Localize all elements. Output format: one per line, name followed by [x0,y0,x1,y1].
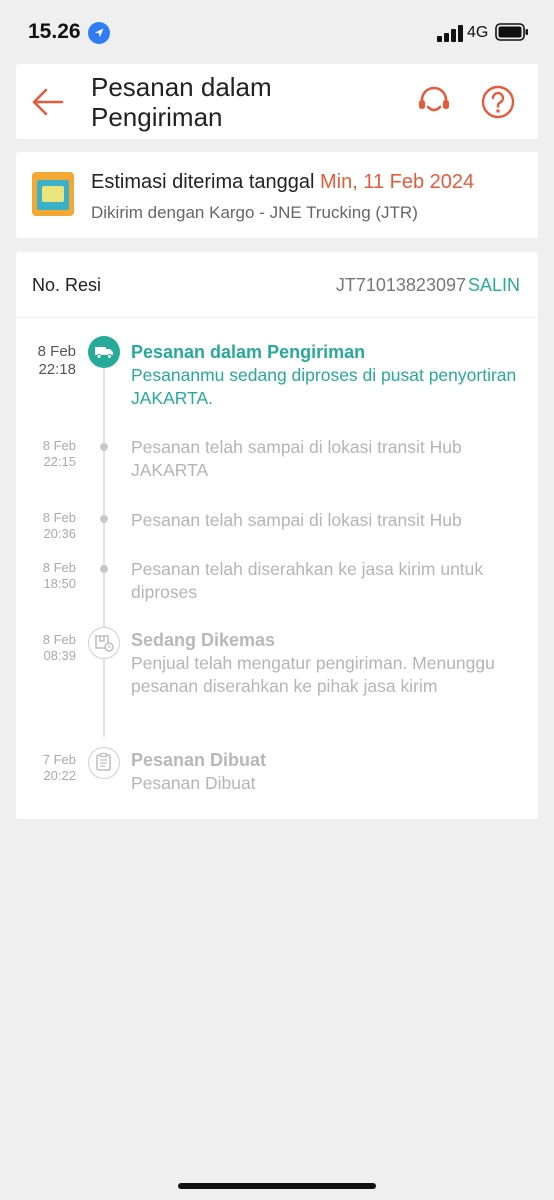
event-body: Pesanan dalam Pengiriman Pesananmu sedan… [131,341,526,410]
battery-icon [495,23,529,41]
event-day: 8 Feb [42,560,76,575]
location-arrow-icon [88,22,110,44]
tracking-card: No. Resi JT71013823097 SALIN 8 Feb 22:18… [16,252,538,819]
event-description: Pesanan telah diserahkan ke jasa kirim u… [131,559,484,602]
event-date: 7 Feb 20:22 [16,752,76,784]
event-time: 20:36 [43,526,76,541]
tracking-number-row: No. Resi JT71013823097 SALIN [16,252,538,318]
event-time: 22:18 [38,361,76,378]
event-date: 8 Feb 22:18 [16,343,76,379]
event-body: Pesanan telah diserahkan ke jasa kirim u… [131,558,526,604]
timeline-dot [100,565,108,573]
status-bar: 15.26 4G [0,0,554,64]
event-body: Pesanan telah sampai di lokasi transit H… [131,436,526,482]
timeline-dot [100,515,108,523]
estimate-text: Estimasi diterima tanggal Min, 11 Feb 20… [91,171,474,194]
tracking-number: JT71013823097 [335,275,466,295]
help-button[interactable] [480,84,516,120]
package-icon [88,627,120,659]
event-title: Pesanan Dibuat [131,750,267,770]
tracking-number-label: No. Resi [32,275,102,295]
cellular-signal-icon [437,24,463,42]
network-type: 4G [467,24,489,41]
estimate-date: Min, 11 Feb 2024 [320,171,475,193]
event-date: 8 Feb 22:15 [16,438,76,470]
page-title: Pesanan dalam Pengiriman [91,72,371,132]
event-body: Pesanan Dibuat Pesanan Dibuat [131,749,526,795]
event-date: 8 Feb 08:39 [16,632,76,664]
clipboard-icon [88,747,120,779]
estimate-label: Estimasi diterima tanggal [91,171,315,193]
page-title-line2: Pengiriman [91,102,223,132]
copy-button[interactable]: SALIN [468,275,520,296]
question-circle-icon [481,85,515,119]
event-day: 8 Feb [42,438,76,453]
delivery-estimate-card: Estimasi diterima tanggal Min, 11 Feb 20… [16,152,538,238]
event-description: Pesanan Dibuat [131,773,256,793]
timeline-dot [100,443,108,451]
event-date: 8 Feb 18:50 [16,560,76,592]
event-day: 7 Feb [42,752,76,767]
event-day: 8 Feb [42,632,76,647]
product-thumbnail [32,172,74,216]
event-description: Penjual telah mengatur pengiriman. Menun… [131,653,495,696]
event-title: Pesanan dalam Pengiriman [131,342,366,362]
event-time: 08:39 [43,648,76,663]
event-description: Pesananmu sedang diproses di pusat penyo… [131,365,517,408]
event-description: Pesanan telah sampai di lokasi transit H… [131,510,462,530]
event-time: 20:22 [43,768,76,783]
truck-icon [88,336,120,368]
back-button[interactable] [30,84,66,120]
event-date: 8 Feb 20:36 [16,510,76,542]
event-body: Sedang Dikemas Penjual telah mengatur pe… [131,629,526,698]
event-body: Pesanan telah sampai di lokasi transit H… [131,509,526,532]
page-title-line1: Pesanan dalam [91,72,272,102]
event-time: 22:15 [43,454,76,469]
event-time: 18:50 [43,576,76,591]
status-time: 15.26 [28,20,81,43]
customer-support-button[interactable] [416,84,452,120]
arrow-left-icon [32,88,64,116]
courier-info: Dikirim dengan Kargo - JNE Trucking (JTR… [91,203,418,222]
event-day: 8 Feb [42,510,76,525]
header-bar: Pesanan dalam Pengiriman [16,64,538,139]
timeline-connector [103,365,105,737]
event-day: 8 Feb [37,343,76,360]
headset-icon [419,86,449,112]
event-title: Sedang Dikemas [131,630,276,650]
event-description: Pesanan telah sampai di lokasi transit H… [131,437,462,480]
home-indicator[interactable] [178,1183,376,1189]
